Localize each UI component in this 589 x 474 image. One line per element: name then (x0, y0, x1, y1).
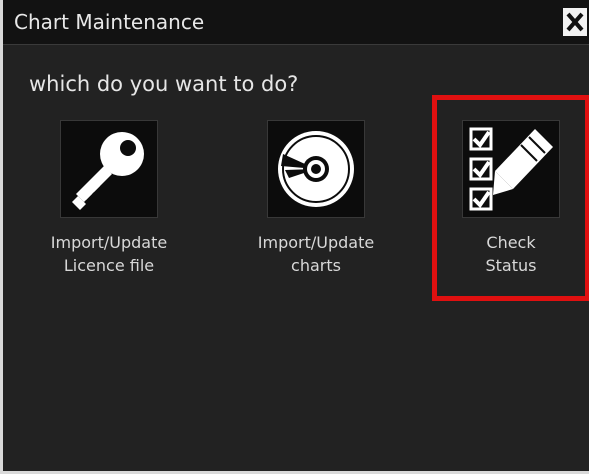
import-licence-option[interactable]: Import/Update Licence file (29, 120, 189, 290)
key-icon (72, 132, 144, 210)
import-licence-button[interactable] (60, 120, 158, 218)
close-button[interactable] (563, 8, 587, 36)
highlight-frame (432, 95, 589, 301)
import-charts-option[interactable]: Import/Update charts (236, 120, 396, 290)
title-bar: Chart Maintenance (3, 0, 589, 45)
disc-icon (278, 131, 354, 207)
chart-maintenance-dialog: Chart Maintenance which do you want to d… (0, 0, 589, 474)
import-charts-label: Import/Update charts (257, 233, 375, 275)
prompt-text: which do you want to do? (29, 72, 299, 96)
import-charts-button[interactable] (267, 120, 365, 218)
window-title: Chart Maintenance (14, 10, 205, 34)
close-icon (566, 12, 584, 32)
import-licence-label: Import/Update Licence file (50, 233, 168, 275)
